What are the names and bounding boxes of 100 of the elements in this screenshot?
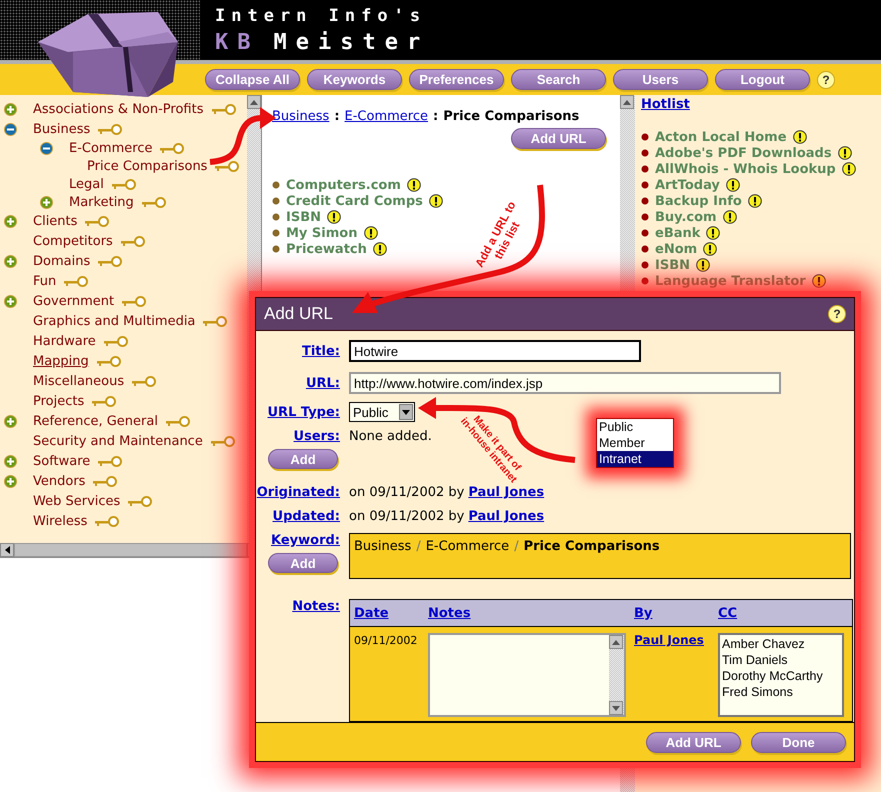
- key-icon[interactable]: [112, 178, 136, 190]
- expand-icon[interactable]: [4, 214, 17, 228]
- alert-icon[interactable]: [748, 194, 762, 208]
- category-link[interactable]: Hardware: [33, 334, 96, 348]
- notes-textarea[interactable]: [428, 633, 626, 718]
- field-label[interactable]: Title:: [256, 344, 340, 359]
- key-icon[interactable]: [166, 416, 190, 426]
- help-button[interactable]: ?: [828, 305, 846, 324]
- url-link[interactable]: ISBN: [286, 210, 321, 224]
- alert-icon[interactable]: [364, 226, 378, 240]
- url-input[interactable]: http://www.hotwire.com/index.jsp: [349, 372, 781, 394]
- category-link[interactable]: Legal: [69, 176, 104, 192]
- category-link[interactable]: Security and Maintenance: [33, 434, 203, 448]
- user-link[interactable]: Paul Jones: [468, 509, 544, 524]
- field-label[interactable]: Originated:: [256, 485, 340, 500]
- cc-option[interactable]: Fred Simons: [722, 684, 840, 700]
- option[interactable]: Member: [597, 435, 673, 451]
- hotlist-link[interactable]: Hotlist: [641, 97, 690, 112]
- key-icon[interactable]: [120, 236, 145, 246]
- url-link[interactable]: ArtToday: [655, 178, 720, 192]
- alert-icon[interactable]: [428, 194, 443, 208]
- title-input[interactable]: Hotwire: [349, 340, 641, 362]
- url-link[interactable]: Pricewatch: [286, 242, 367, 256]
- key-icon[interactable]: [98, 456, 122, 466]
- url-link[interactable]: Credit Card Comps: [286, 194, 423, 208]
- key-icon[interactable]: [160, 142, 184, 154]
- expand-icon[interactable]: [4, 294, 17, 308]
- user-link[interactable]: Paul Jones: [634, 633, 704, 648]
- category-link[interactable]: Fun: [33, 274, 56, 288]
- key-icon[interactable]: [203, 316, 228, 326]
- alert-icon[interactable]: [722, 210, 737, 224]
- column-header[interactable]: Date: [350, 606, 424, 621]
- category-link[interactable]: Graphics and Multimedia: [33, 314, 196, 328]
- key-icon[interactable]: [92, 396, 116, 406]
- url-link[interactable]: Backup Info: [655, 194, 742, 208]
- field-label[interactable]: URL:: [256, 376, 340, 391]
- expand-icon[interactable]: [4, 254, 17, 268]
- url-link[interactable]: Buy.com: [655, 210, 717, 224]
- scroll-up-button[interactable]: [247, 95, 261, 109]
- cc-option[interactable]: Amber Chavez: [722, 636, 840, 652]
- breadcrumb-link[interactable]: E-Commerce: [344, 109, 428, 124]
- category-link[interactable]: Clients: [33, 214, 78, 228]
- column-header[interactable]: By: [630, 606, 714, 621]
- option[interactable]: Public: [597, 419, 673, 435]
- category-link[interactable]: Competitors: [33, 234, 113, 248]
- scroll-up-button[interactable]: [620, 95, 634, 109]
- scrollbar-thumb[interactable]: [14, 543, 247, 557]
- alert-icon[interactable]: [842, 162, 856, 176]
- user-link[interactable]: Paul Jones: [468, 485, 544, 500]
- cc-listbox[interactable]: Amber Chavez Tim Daniels Dorothy McCarthy Fred Simons: [718, 633, 844, 718]
- category-link[interactable]: Vendors: [33, 474, 86, 488]
- field-label[interactable]: URL Type:: [256, 404, 340, 420]
- category-link[interactable]: Mapping: [33, 354, 89, 368]
- alert-icon[interactable]: [372, 242, 387, 256]
- scroll-left-button[interactable]: [0, 543, 14, 557]
- url-link[interactable]: eBank: [655, 226, 700, 240]
- url-link[interactable]: AllWhois - Whois Lookup: [655, 162, 836, 176]
- breadcrumb-link[interactable]: Business: [272, 109, 330, 124]
- collapse-icon[interactable]: [4, 122, 17, 136]
- expand-icon[interactable]: [4, 454, 17, 468]
- key-icon[interactable]: [215, 160, 240, 172]
- category-link[interactable]: Software: [33, 454, 90, 468]
- key-icon[interactable]: [85, 216, 110, 226]
- url-type-select[interactable]: Public: [349, 402, 415, 422]
- key-icon[interactable]: [128, 496, 152, 506]
- expand-icon[interactable]: [40, 196, 53, 208]
- category-link[interactable]: Government: [33, 294, 114, 308]
- field-label[interactable]: Users:: [256, 429, 340, 444]
- category-link[interactable]: Reference, General: [33, 414, 158, 428]
- url-link[interactable]: Acton Local Home: [655, 130, 787, 144]
- alert-icon[interactable]: [838, 146, 852, 160]
- key-icon[interactable]: [96, 356, 121, 366]
- key-icon[interactable]: [98, 124, 122, 134]
- category-link[interactable]: Projects: [33, 394, 84, 408]
- url-link[interactable]: eNom: [655, 242, 698, 256]
- key-icon[interactable]: [122, 296, 146, 306]
- alert-icon[interactable]: [792, 130, 807, 144]
- field-label[interactable]: Notes:: [256, 599, 340, 614]
- column-header[interactable]: Notes: [424, 606, 630, 621]
- url-link[interactable]: Adobe's PDF Downloads: [655, 146, 832, 160]
- alert-icon[interactable]: [812, 274, 826, 288]
- category-link[interactable]: Price Comparisons: [87, 158, 208, 174]
- category-link[interactable]: Business: [33, 122, 90, 136]
- alert-icon[interactable]: [406, 178, 421, 192]
- key-icon[interactable]: [210, 436, 235, 446]
- key-icon[interactable]: [95, 516, 120, 526]
- collapse-icon[interactable]: [40, 142, 53, 154]
- category-link[interactable]: Domains: [33, 254, 90, 268]
- category-link[interactable]: E-Commerce: [69, 140, 152, 156]
- help-button[interactable]: ?: [817, 70, 835, 88]
- key-icon[interactable]: [93, 476, 118, 486]
- key-icon[interactable]: [132, 376, 156, 386]
- key-icon[interactable]: [98, 256, 122, 266]
- cc-option[interactable]: Tim Daniels: [722, 652, 840, 668]
- alert-icon[interactable]: [696, 258, 710, 272]
- field-label[interactable]: Keyword:: [256, 533, 340, 548]
- key-icon[interactable]: [212, 104, 236, 114]
- alert-icon[interactable]: [327, 210, 341, 224]
- expand-icon[interactable]: [4, 102, 17, 116]
- expand-icon[interactable]: [4, 474, 17, 488]
